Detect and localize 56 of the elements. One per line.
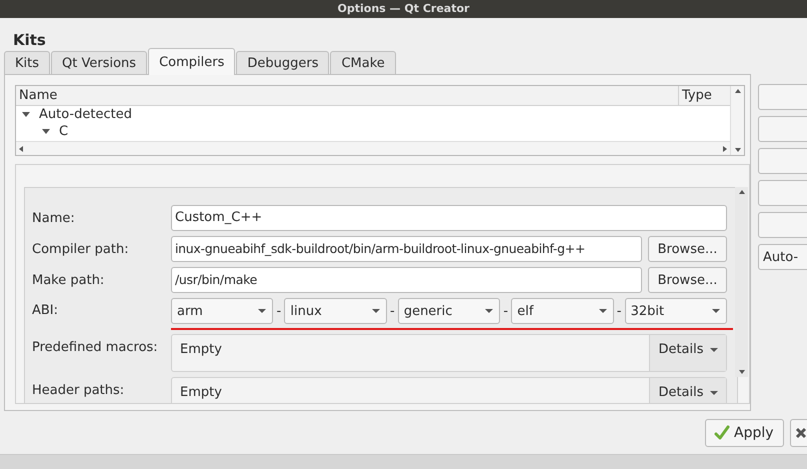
separator-text: - — [616, 304, 622, 318]
expand-arrow-icon[interactable] — [42, 129, 50, 134]
scroll-up-icon[interactable] — [738, 190, 744, 194]
scroll-left-icon[interactable] — [19, 146, 23, 152]
field-label: Make path: — [32, 272, 106, 288]
browse-button[interactable]: Browse... — [648, 267, 727, 293]
scroll-down-icon[interactable] — [738, 370, 744, 374]
name-field[interactable]: Custom_C++ — [171, 205, 727, 231]
dropdown[interactable]: arm — [171, 298, 274, 324]
caret-icon — [485, 309, 494, 313]
expand-arrow-icon[interactable] — [22, 112, 30, 117]
caret-icon — [372, 309, 380, 313]
vertical-scrollbar[interactable] — [735, 187, 748, 377]
browse-button[interactable]: Browse... — [648, 236, 727, 262]
caret-icon — [598, 309, 607, 313]
page-heading: Kits — [12, 30, 47, 47]
scroll-down-icon[interactable] — [734, 148, 740, 152]
tree-item[interactable]: Auto-detected — [39, 106, 132, 123]
dropdown[interactable]: linux — [284, 298, 387, 324]
field-label: Name: — [32, 210, 76, 226]
path-field[interactable]: inux-gnueabihf_sdk-buildroot/bin/arm-buildroot-linux-gnueabihf-g++ — [171, 236, 642, 262]
window-title: Options — Qt Creator — [338, 2, 470, 16]
column-header[interactable]: Type — [679, 86, 730, 105]
caret-icon — [258, 309, 266, 313]
vertical-scrollbar[interactable] — [730, 86, 744, 155]
field-label: ABI: — [32, 302, 60, 320]
field-value: Empty — [179, 342, 223, 358]
field-label: Predefined macros: — [32, 339, 159, 355]
details-button[interactable]: Details — [649, 378, 726, 403]
tree-item[interactable]: C — [59, 123, 68, 140]
dropdown[interactable]: 32bit — [624, 298, 728, 324]
separator-text: - — [502, 304, 510, 318]
checkmark-icon — [714, 425, 730, 441]
tab[interactable]: Compilers — [148, 48, 236, 75]
path-field[interactable]: /usr/bin/make — [171, 267, 642, 293]
close-icon — [795, 427, 807, 439]
separator-text: - — [276, 304, 282, 318]
caret-icon — [710, 391, 718, 395]
tab[interactable]: Kits — [4, 51, 50, 74]
field-value: Empty — [179, 385, 223, 401]
separator-text: - — [388, 304, 396, 318]
auto-detect-button[interactable]: Auto- — [758, 244, 807, 270]
caret-icon — [710, 348, 718, 352]
field-label: Compiler path: — [32, 242, 130, 256]
column-header[interactable]: Name — [16, 86, 679, 105]
horizontal-scrollbar[interactable] — [16, 141, 730, 155]
caret-icon — [712, 309, 720, 313]
apply-button[interactable]: Apply — [705, 419, 784, 447]
field-label: Header paths: — [32, 382, 126, 398]
tab[interactable]: Qt Versions — [51, 51, 148, 74]
tab[interactable]: Debuggers — [236, 51, 330, 74]
dropdown[interactable]: generic — [398, 298, 500, 324]
scroll-up-icon[interactable] — [734, 89, 740, 93]
tab[interactable]: CMake — [330, 51, 396, 74]
dropdown[interactable]: elf — [511, 298, 614, 324]
details-button[interactable]: Details — [649, 335, 726, 371]
